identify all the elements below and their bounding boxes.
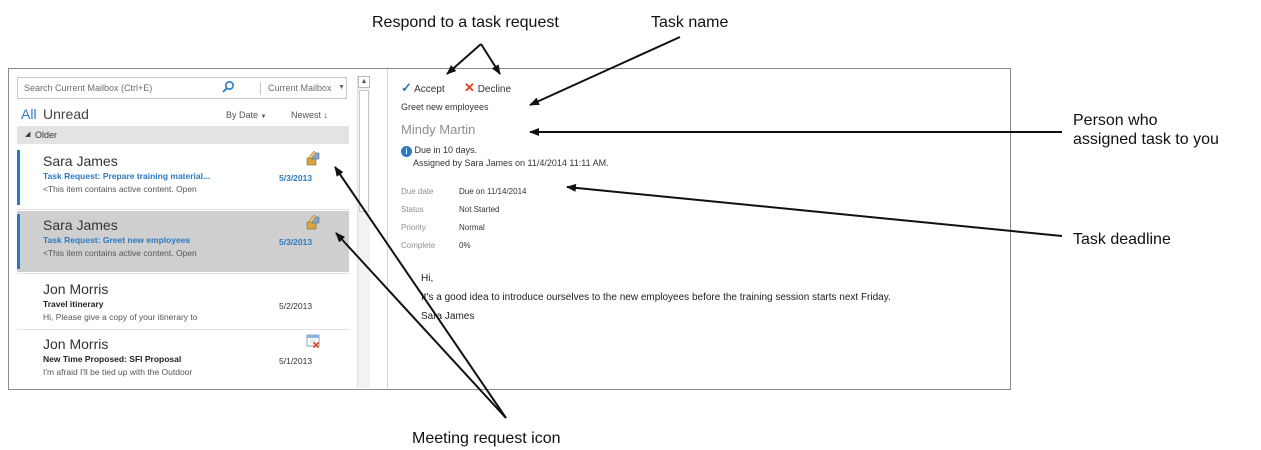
mail-date: 5/3/2013 xyxy=(279,237,313,247)
search-scope-dropdown[interactable]: Current Mailbox xyxy=(268,83,332,93)
callout-person: Person who xyxy=(1073,112,1158,129)
mail-item-3[interactable]: Jon Morris Travel itinerary 5/2/2013 Hi,… xyxy=(17,275,349,336)
calendar-declined-icon xyxy=(305,333,321,349)
task-assignee[interactable]: Mindy Martin xyxy=(401,122,475,137)
mail-date: 5/2/2013 xyxy=(279,301,313,311)
task-request-icon xyxy=(305,150,321,166)
unread-indicator xyxy=(17,150,20,205)
task-request-icon xyxy=(305,214,321,230)
mail-date: 5/3/2013 xyxy=(279,173,313,183)
assigned-info: Assigned by Sara James on 11/4/2014 11:1… xyxy=(413,158,609,168)
callout-respond: Respond to a task request xyxy=(372,14,559,31)
mail-preview: Hi, Please give a copy of your itinerary… xyxy=(43,312,198,322)
due-info-text: Due in 10 days. xyxy=(414,145,478,155)
status-value: Not Started xyxy=(459,205,500,214)
mail-preview: I'm afraid I'll be tied up with the Outd… xyxy=(43,367,193,377)
due-info-line: i Due in 10 days. xyxy=(401,145,477,157)
list-divider xyxy=(17,273,349,274)
callout-task-name: Task name xyxy=(651,14,729,31)
chevron-down-icon: ▼ xyxy=(260,114,267,120)
search-input[interactable]: Search Current Mailbox (Ctrl+E) Current … xyxy=(17,77,347,99)
filter-unread-tab[interactable]: Unread xyxy=(43,106,89,122)
task-body: Hi, It's a good idea to introduce oursel… xyxy=(421,271,1001,328)
collapse-triangle-icon[interactable]: ◢ xyxy=(25,130,30,138)
unread-indicator xyxy=(17,214,20,269)
body-paragraph: It's a good idea to introduce ourselves … xyxy=(421,292,891,303)
mail-sender: Sara James xyxy=(43,153,118,169)
complete-label: Complete xyxy=(401,241,436,250)
mail-preview: <This item contains active content. Open xyxy=(43,248,197,258)
filter-all-tab[interactable]: All xyxy=(21,106,37,122)
mail-subject: Task Request: Greet new employees xyxy=(43,235,191,245)
body-greeting: Hi, xyxy=(421,273,434,284)
callout-person-line2: assigned task to you xyxy=(1073,131,1219,148)
decline-x-icon: ✕ xyxy=(464,80,475,95)
checkmark-icon: ✓ xyxy=(401,80,412,95)
mail-date: 5/1/2013 xyxy=(279,356,313,366)
mail-subject: Travel itinerary xyxy=(43,299,104,309)
arrow-down-icon: ↓ xyxy=(323,110,329,120)
scroll-up-arrow-icon[interactable]: ▲ xyxy=(358,76,370,88)
info-icon: i xyxy=(401,146,412,157)
mail-item-1[interactable]: Sara James Task Request: Prepare trainin… xyxy=(17,147,349,208)
task-name: Greet new employees xyxy=(401,102,489,112)
mail-subject: New Time Proposed: SFI Proposal xyxy=(43,354,182,364)
group-header-older[interactable]: ◢ Older xyxy=(17,126,349,144)
body-signature: Sara James xyxy=(421,311,475,322)
due-date-label: Due date xyxy=(401,187,434,196)
decline-label: Decline xyxy=(477,84,512,95)
search-separator xyxy=(260,82,261,95)
sort-by-label: By Date xyxy=(226,110,259,120)
outlook-window: Search Current Mailbox (Ctrl+E) Current … xyxy=(8,68,1011,390)
callout-deadline: Task deadline xyxy=(1073,231,1171,248)
chevron-down-icon[interactable]: ▼ xyxy=(338,84,345,91)
mail-item-2[interactable]: Sara James Task Request: Greet new emplo… xyxy=(17,211,349,272)
message-list-scrollbar[interactable]: ▲ xyxy=(357,76,370,388)
status-label: Status xyxy=(401,205,424,214)
accept-button[interactable]: ✓ Accept xyxy=(401,80,445,96)
priority-value: Normal xyxy=(459,223,485,232)
callout-meeting-icon: Meeting request icon xyxy=(412,430,561,447)
mail-sender: Jon Morris xyxy=(43,336,109,352)
magnifier-icon[interactable] xyxy=(221,80,235,96)
scroll-thumb[interactable] xyxy=(359,90,369,212)
search-placeholder: Search Current Mailbox (Ctrl+E) xyxy=(24,83,153,93)
reading-pane: ✓ Accept ✕ Decline Greet new employees M… xyxy=(401,69,1001,389)
mail-sender: Sara James xyxy=(43,217,118,233)
list-divider xyxy=(17,209,349,210)
complete-value: 0% xyxy=(459,241,471,250)
message-list-pane: Search Current Mailbox (Ctrl+E) Current … xyxy=(9,69,371,389)
filter-row: All Unread By Date ▼ Newest ↓ xyxy=(21,106,347,124)
mail-subject: Task Request: Prepare training material.… xyxy=(43,171,211,181)
decline-button[interactable]: ✕ Decline xyxy=(464,80,511,96)
sort-order-label: Newest xyxy=(291,110,322,120)
group-label: Older xyxy=(35,130,58,140)
sort-order-toggle[interactable]: Newest ↓ xyxy=(291,110,328,120)
due-date-value: Due on 11/14/2014 xyxy=(459,187,527,196)
sort-by-dropdown[interactable]: By Date ▼ xyxy=(226,110,266,120)
mail-sender: Jon Morris xyxy=(43,281,109,297)
pane-divider[interactable] xyxy=(387,69,388,389)
accept-label: Accept xyxy=(414,84,445,95)
priority-label: Priority xyxy=(401,223,426,232)
mail-preview: <This item contains active content. Open xyxy=(43,184,197,194)
mail-item-4[interactable]: Jon Morris New Time Proposed: SFI Propos… xyxy=(17,330,349,391)
